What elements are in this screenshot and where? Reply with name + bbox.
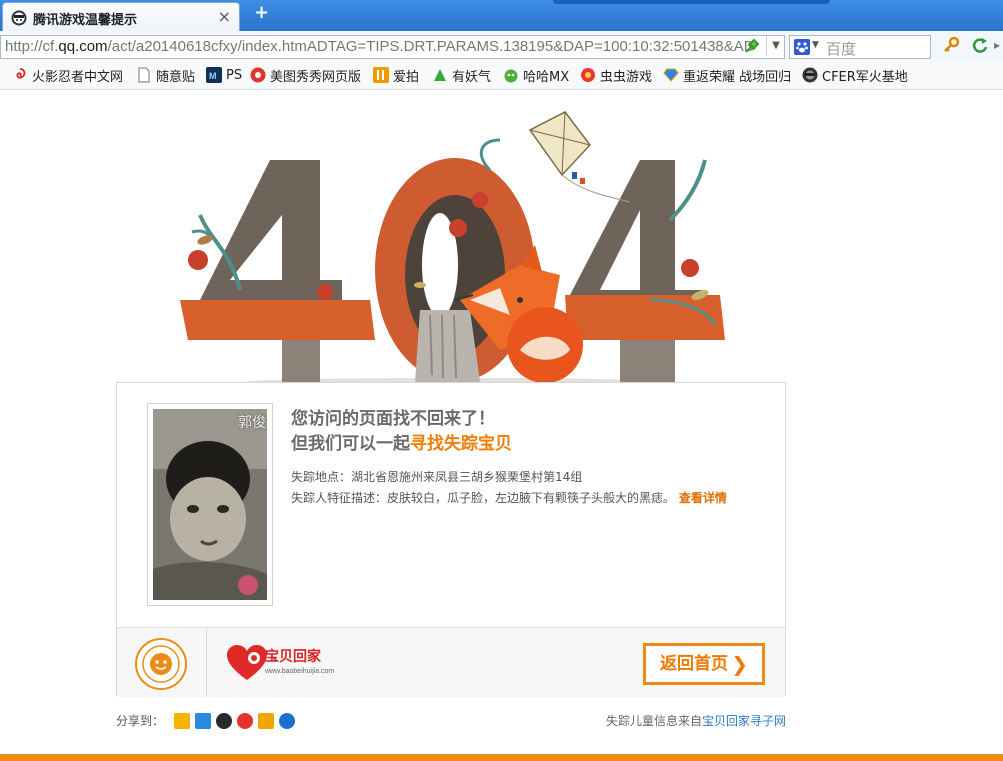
- url-dropdown-icon[interactable]: ▼: [766, 36, 785, 56]
- back-to-home-label: 返回首页: [660, 654, 728, 674]
- share-label: 分享到：: [116, 714, 165, 728]
- youyaoqi-icon: [434, 69, 446, 81]
- baobei-logo-url: www.baobeihuijia.com: [265, 668, 335, 675]
- bookmark-item[interactable]: CFER军火基地: [802, 66, 908, 85]
- headline: 您访问的页面找不回来了！ 但我们可以一起寻找失踪宝贝: [291, 407, 512, 457]
- tab-close-icon[interactable]: ×: [218, 7, 231, 26]
- child-photo: [153, 409, 267, 600]
- chevron-right-icon: ❯: [731, 652, 748, 676]
- bookmark-label: 火影忍者中文网: [32, 69, 124, 85]
- location-value: 湖北省恩施州来凤县三胡乡猴栗堡村第14组: [351, 470, 583, 484]
- chongchong-icon: [581, 68, 595, 82]
- bookmark-label: 有妖气: [452, 69, 492, 85]
- bookmark-label: 哈哈MX: [523, 69, 570, 85]
- toolbar-overflow-icon[interactable]: ▸: [994, 38, 1000, 52]
- headline-line-2-prefix: 但我们可以一起: [291, 434, 410, 454]
- baobei-logo-text: 宝贝回家: [265, 649, 321, 665]
- baobei-heart-icon: [227, 645, 267, 680]
- titlebar-decoration: [553, 0, 830, 4]
- bookmark-item[interactable]: 有妖气: [432, 66, 492, 85]
- description-value: 皮肤较白，瓜子脸，左边腋下有颗筷子头般大的黑痣。: [387, 491, 676, 505]
- url-host: qq.com: [58, 38, 108, 55]
- bookmark-label: CFER军火基地: [822, 69, 908, 85]
- description-label: 失踪人特征描述：: [291, 491, 388, 505]
- child-photo-frame: 郭俊: [147, 403, 273, 606]
- address-toolbar: http://cf.qq.com/act/a20140618cfxy/index…: [0, 31, 1003, 63]
- meitu-icon: [250, 67, 266, 83]
- share-bar: 分享到：: [116, 712, 300, 729]
- qzone-icon[interactable]: [174, 712, 191, 729]
- child-info: 失踪地点：湖北省恩施州来凤县三胡乡猴栗堡村第14组 失踪人特征描述：皮肤较白，瓜…: [291, 467, 727, 509]
- cfer-icon: [802, 67, 818, 83]
- aipai-icon: [373, 67, 389, 83]
- compatibility-mode-icon[interactable]: [742, 36, 762, 56]
- bookmark-item[interactable]: 火影忍者中文网: [12, 66, 124, 85]
- view-details-link[interactable]: 查看详情: [679, 491, 727, 505]
- browser-tab[interactable]: 腾讯游戏温馨提示 ×: [2, 2, 240, 31]
- headline-line-2: 但我们可以一起寻找失踪宝贝: [291, 432, 512, 457]
- location-row: 失踪地点：湖北省恩施州来凤县三胡乡猴栗堡村第14组: [291, 467, 727, 488]
- card-footer: 宝贝回家 www.baobeihuijia.com 返回首页 ❯: [117, 627, 785, 697]
- url-field[interactable]: http://cf.qq.com/act/a20140618cfxy/index…: [0, 35, 785, 59]
- description-row: 失踪人特征描述：皮肤较白，瓜子脸，左边腋下有颗筷子头般大的黑痣。 查看详情: [291, 488, 727, 509]
- bookmark-item[interactable]: 重返荣耀 战场回归: [663, 66, 792, 85]
- source-prefix: 失踪儿童信息来自: [605, 714, 702, 728]
- bookmark-label: PS: [226, 67, 243, 83]
- naruto-icon: [16, 68, 26, 79]
- baobei-huijia-logo[interactable]: 宝贝回家 www.baobeihuijia.com: [225, 642, 335, 684]
- engine-dropdown-icon[interactable]: ▼: [812, 40, 819, 50]
- headline-highlight: 寻找失踪宝贝: [410, 434, 512, 454]
- tab-title: 腾讯游戏温馨提示: [33, 13, 138, 28]
- tab-favicon-icon: [11, 10, 27, 26]
- ps-icon: M: [206, 67, 222, 83]
- back-to-home-button[interactable]: 返回首页 ❯: [643, 643, 765, 685]
- baidu-paw-icon[interactable]: [794, 39, 810, 55]
- refresh-icon[interactable]: [970, 35, 990, 55]
- child-name: 郭俊: [238, 415, 266, 431]
- renren-icon[interactable]: [279, 712, 296, 729]
- bookmark-label: 爱拍: [393, 69, 420, 85]
- bookmark-item[interactable]: 爱拍: [373, 66, 420, 85]
- tencent-weibo-icon[interactable]: [258, 712, 275, 729]
- bookmark-item[interactable]: 随意贴: [136, 66, 196, 85]
- bookmark-label: 美图秀秀网页版: [270, 69, 362, 85]
- page-icon: [138, 67, 150, 83]
- weibo-icon[interactable]: [237, 712, 254, 729]
- bookmark-item[interactable]: 哈哈MX: [503, 66, 570, 85]
- missing-child-card: 郭俊 您访问的页面找不回来了！ 但我们可以一起寻找失踪宝贝 失踪地点：湖北省恩施…: [116, 382, 786, 697]
- haha-icon: [504, 69, 518, 83]
- headline-line-1: 您访问的页面找不回来了！: [291, 409, 495, 429]
- qq-icon[interactable]: [216, 712, 233, 729]
- bookmark-label: 重返荣耀 战场回归: [683, 69, 792, 85]
- tab-bar: 腾讯游戏温馨提示 × +: [0, 0, 1003, 31]
- bottom-orange-band: [0, 754, 1003, 761]
- url-path: /act/a20140618cfxy/index.htmADTAG=TIPS.D…: [107, 38, 755, 55]
- bookmarks-bar: 火影忍者中文网 随意贴 M PS 美图秀秀网页版 爱拍 有妖气 哈哈MX 虫虫游…: [0, 62, 1003, 90]
- source-link[interactable]: 宝贝回家寻子网: [702, 714, 786, 728]
- tencent-volunteer-logo-icon: [135, 638, 187, 690]
- footer-divider: [206, 628, 207, 697]
- bookmark-item[interactable]: 美图秀秀网页版: [250, 66, 362, 85]
- diamond-icon: [663, 68, 679, 82]
- search-box[interactable]: ▼ 百度: [789, 35, 931, 59]
- bookmark-item[interactable]: M PS: [206, 66, 242, 84]
- new-tab-button[interactable]: +: [254, 2, 269, 23]
- search-placeholder: 百度: [826, 40, 857, 58]
- url-prefix: http://cf.: [5, 38, 59, 55]
- key-icon[interactable]: [942, 36, 960, 54]
- bookmark-label: 随意贴: [156, 69, 196, 85]
- pengyou-icon[interactable]: [195, 712, 212, 729]
- bookmark-item[interactable]: 虫虫游戏: [580, 66, 653, 85]
- location-label: 失踪地点：: [291, 470, 352, 484]
- bookmark-label: 虫虫游戏: [600, 69, 653, 85]
- data-source-note: 失踪儿童信息来自宝贝回家寻子网: [606, 712, 786, 729]
- svg-text:M: M: [209, 71, 217, 81]
- 404-illustration: [180, 111, 725, 385]
